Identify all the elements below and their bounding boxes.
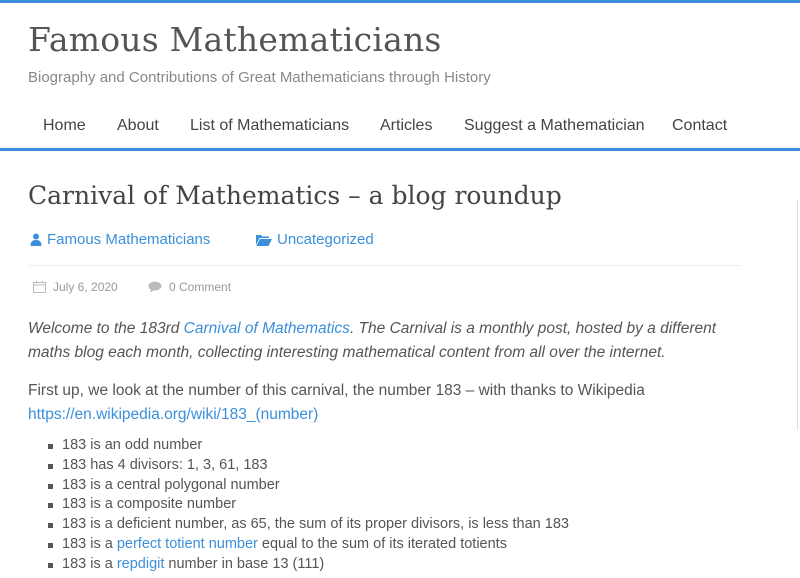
intro-text-prefix: Welcome to the 183rd: [28, 320, 184, 337]
category-name: Uncategorized: [277, 231, 374, 248]
fact-text: 183 has 4 divisors: 1, 3, 61, 183: [62, 456, 268, 473]
main-navigation: Home About List of Mathematicians Articl…: [0, 111, 800, 141]
list-item: 183 is a perfect totient number equal to…: [48, 535, 569, 555]
list-item: 183 is a deficient number, as 65, the su…: [48, 515, 569, 535]
site-description: Biography and Contributions of Great Mat…: [28, 69, 491, 86]
category-link[interactable]: Uncategorized: [256, 231, 374, 248]
nav-item-contact[interactable]: Contact: [672, 117, 727, 135]
nav-item-home[interactable]: Home: [43, 117, 86, 135]
repdigit-link[interactable]: repdigit: [117, 556, 165, 572]
author-link[interactable]: Famous Mathematicians: [30, 231, 210, 248]
comment-icon: [148, 281, 162, 293]
list-item: 183 has 4 divisors: 1, 3, 61, 183: [48, 456, 569, 476]
author-name: Famous Mathematicians: [47, 231, 211, 248]
top-accent-bar: [0, 0, 800, 3]
nav-item-suggest-a-mathematician[interactable]: Suggest a Mathematician: [464, 117, 645, 135]
post-date: July 6, 2020: [33, 280, 118, 294]
fact-text: 183 is a central polygonal number: [62, 476, 280, 493]
facts-list: 183 is an odd number 183 has 4 divisors:…: [48, 436, 569, 575]
folder-open-icon: [256, 234, 272, 246]
fact-text: 183 is a: [62, 555, 117, 572]
user-icon: [30, 233, 42, 246]
calendar-icon: [33, 281, 46, 293]
site-title[interactable]: Famous Mathematicians: [28, 20, 442, 59]
fact-text: 183 is a: [62, 535, 117, 552]
perfect-totient-number-link[interactable]: perfect totient number: [117, 536, 258, 552]
nav-item-articles[interactable]: Articles: [380, 117, 432, 135]
wikipedia-183-link[interactable]: https://en.wikipedia.org/wiki/183_(numbe…: [28, 406, 318, 423]
post-date-text: July 6, 2020: [53, 280, 118, 294]
fact-text-after: number in base 13 (111): [164, 555, 325, 572]
fact-text: 183 is an odd number: [62, 437, 203, 453]
comment-count-text: 0 Comment: [169, 280, 232, 294]
first-paragraph: First up, we look at the number of this …: [28, 379, 768, 427]
fact-text-after: equal to the sum of its iterated totient…: [257, 535, 507, 552]
nav-item-list-of-mathematicians[interactable]: List of Mathematicians: [190, 117, 349, 135]
post-title: Carnival of Mathematics – a blog roundup: [28, 181, 562, 210]
nav-item-about[interactable]: About: [117, 117, 159, 135]
list-item: 183 is a repdigit number in base 13 (111…: [48, 555, 569, 575]
list-item: 183 is an odd number: [48, 436, 569, 456]
fact-text: 183 is a deficient number, as 65, the su…: [62, 516, 569, 533]
fact-text: 183 is a composite number: [62, 496, 237, 513]
first-paragraph-text: First up, we look at the number of this …: [28, 382, 645, 399]
comment-count[interactable]: 0 Comment: [148, 280, 231, 294]
list-item: 183 is a composite number: [48, 495, 569, 515]
list-item: 183 is a central polygonal number: [48, 476, 569, 496]
post-intro: Welcome to the 183rd Carnival of Mathema…: [28, 317, 748, 365]
sidebar-edge: [797, 200, 798, 430]
nav-divider: [0, 148, 800, 151]
carnival-of-mathematics-link[interactable]: Carnival of Mathematics: [184, 320, 350, 337]
meta-divider: [28, 265, 741, 266]
